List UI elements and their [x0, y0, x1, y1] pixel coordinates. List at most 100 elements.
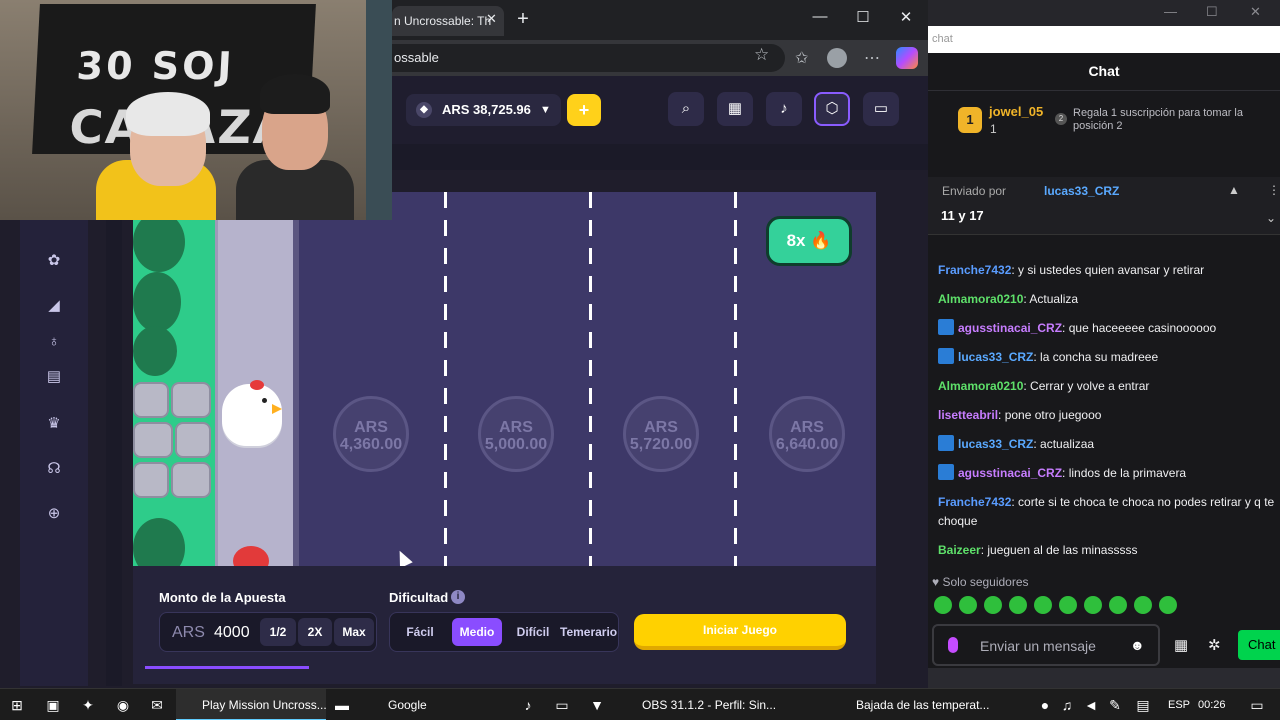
chat-close-button[interactable]: ✕ [1250, 4, 1261, 20]
chat-username[interactable]: Franche7432 [938, 495, 1011, 509]
mail-icon[interactable]: ✉ [148, 696, 166, 714]
taskbar-item-obs[interactable]: OBS 31.1.2 - Perfil: Sin... [620, 689, 776, 720]
max-bet-button[interactable]: Max [334, 618, 374, 646]
emote-icon[interactable] [1084, 596, 1102, 614]
casino-chip-icon[interactable]: ✿ [42, 249, 66, 273]
copilot-icon[interactable] [896, 47, 918, 69]
lane-coin-1[interactable]: ARS 4,360.00 [333, 396, 409, 472]
globe-icon[interactable]: ⊕ [42, 502, 66, 526]
deposit-button[interactable]: + [567, 94, 601, 126]
tab-close-icon[interactable]: ✕ [486, 11, 497, 27]
headset-icon[interactable]: ☊ [42, 457, 66, 481]
chat-input[interactable]: Enviar un mensaje ☻ [932, 624, 1160, 666]
info-icon[interactable]: i [451, 590, 465, 604]
start-game-button[interactable]: Iniciar Juego [634, 614, 846, 650]
gift-icon[interactable]: ▦ [1174, 636, 1188, 654]
language-indicator[interactable]: ESP [1168, 689, 1190, 720]
chat-minimize-button[interactable]: — [1164, 4, 1177, 19]
chat-username[interactable]: Almamora0210 [938, 292, 1023, 306]
chat-username[interactable]: Franche7432 [938, 263, 1011, 277]
double-bet-button[interactable]: 2X [298, 618, 332, 646]
bell-icon[interactable]: ♪ [766, 92, 802, 126]
megaphone-icon[interactable]: ◢ [42, 294, 66, 318]
more-options-icon[interactable]: ⋮ [1268, 183, 1280, 197]
store-icon[interactable]: ▣ [44, 696, 62, 714]
emote-icon[interactable] [959, 596, 977, 614]
difficulty-extreme[interactable]: Temerario [560, 618, 617, 646]
difficulty-medium[interactable]: Medio [452, 618, 502, 646]
chat-address-field[interactable]: chat [928, 26, 1280, 53]
chat-username[interactable]: agusstinacai_CRZ [958, 466, 1062, 480]
taskbar-item-browser[interactable]: Play Mission Uncross... [176, 689, 327, 720]
close-window-button[interactable]: ✕ [894, 8, 918, 26]
brave-icon[interactable]: ▼ [588, 696, 606, 714]
pin-icon[interactable]: ▲ [1228, 183, 1240, 197]
difficulty-easy[interactable]: Fácil [396, 618, 444, 646]
emote-icon[interactable] [984, 596, 1002, 614]
emote-icon[interactable] [1134, 596, 1152, 614]
half-bet-button[interactable]: 1/2 [260, 618, 296, 646]
clock[interactable]: 00:26 [1198, 689, 1226, 720]
new-tab-icon[interactable]: + [512, 8, 534, 31]
emote-icon[interactable] [1109, 596, 1127, 614]
ticket-icon[interactable]: ▤ [42, 365, 66, 389]
chat-bubble-icon[interactable]: ▭ [863, 92, 899, 126]
taskbar-item-google[interactable]: Google [366, 689, 456, 720]
send-chat-button[interactable]: Chat [1238, 630, 1280, 660]
chat-username[interactable]: Almamora0210 [938, 379, 1023, 393]
chat-username[interactable]: lisetteabril [938, 408, 998, 422]
money-bag-icon[interactable]: ♁ [42, 330, 66, 354]
crown-icon[interactable]: ♛ [42, 412, 66, 436]
bet-amount-input[interactable]: 4000 [214, 624, 252, 642]
speaker-icon[interactable]: ♫ [1058, 696, 1076, 714]
more-menu-icon[interactable]: ⋯ [864, 48, 880, 68]
settings-gear-icon[interactable]: ✲ [1208, 636, 1221, 654]
chat-message: agusstinacai_CRZ: que haceeeee casinoooo… [938, 319, 1278, 338]
subscriber-badge-icon [938, 319, 954, 335]
gift-prompt[interactable]: Regala 1 suscripción para tomar la posic… [1073, 107, 1278, 133]
favorites-icon[interactable]: ✩ [795, 48, 808, 68]
bookmark-star-icon[interactable]: ☆ [754, 45, 769, 65]
keyboard-icon[interactable]: ▤ [1134, 696, 1152, 714]
emoji-icon[interactable]: ☻ [1130, 637, 1145, 653]
minimize-button[interactable]: — [808, 8, 832, 25]
folder-icon[interactable]: ▬ [333, 696, 351, 714]
search-icon[interactable]: ⌕ [668, 92, 704, 126]
mic-icon[interactable] [948, 637, 958, 653]
balance-selector[interactable]: ◆ ARS 38,725.96 ▼ [406, 94, 561, 126]
profile-avatar-icon[interactable] [827, 48, 847, 68]
chat-maximize-button[interactable]: ☐ [1206, 4, 1218, 20]
app-icon[interactable]: ▭ [553, 696, 571, 714]
chat-username[interactable]: lucas33_CRZ [958, 437, 1033, 451]
followers-only-label: ♥ Solo seguidores [932, 575, 1029, 589]
mic-icon[interactable]: ● [1036, 696, 1054, 714]
gift-icon[interactable]: ▦ [717, 92, 753, 126]
emote-icon[interactable] [1059, 596, 1077, 614]
chat-username[interactable]: lucas33_CRZ [958, 350, 1033, 364]
firefox-icon[interactable]: ◉ [114, 696, 132, 714]
difficulty-hard[interactable]: Difícil [508, 618, 558, 646]
windows-start-icon[interactable]: ⊞ [8, 696, 26, 714]
lane-coin-2[interactable]: ARS 5,000.00 [478, 396, 554, 472]
taskbar-item-weather[interactable]: Bajada de las temperat... [826, 689, 989, 720]
chevron-down-icon[interactable]: ⌄ [1266, 211, 1276, 225]
lane-coin-4[interactable]: ARS 6,640.00 [769, 396, 845, 472]
volume-icon[interactable]: ◄ [1082, 696, 1100, 714]
emote-icon[interactable] [934, 596, 952, 614]
chat-username[interactable]: Baizeer [938, 543, 981, 557]
pinned-user[interactable]: lucas33_CRZ [1044, 184, 1119, 198]
lane-coin-3[interactable]: ARS 5,720.00 [623, 396, 699, 472]
emote-icon[interactable] [1159, 596, 1177, 614]
emote-icon[interactable] [1009, 596, 1027, 614]
pen-icon[interactable]: ✎ [1106, 696, 1124, 714]
maximize-button[interactable]: ☐ [851, 8, 875, 26]
chat-username[interactable]: agusstinacai_CRZ [958, 321, 1062, 335]
emote-icon[interactable] [1034, 596, 1052, 614]
hexagon-icon[interactable]: ⬡ [814, 92, 850, 126]
copilot-icon[interactable]: ✦ [79, 696, 97, 714]
notification-icon[interactable]: ▭ [1248, 696, 1266, 714]
top-gifter-name[interactable]: jowel_05 [989, 104, 1043, 119]
url-input[interactable]: ossable [392, 44, 785, 72]
tiktok-icon[interactable]: ♪ [519, 696, 537, 714]
bet-amount-field[interactable]: ARS 4000 1/2 2X Max [159, 612, 377, 652]
